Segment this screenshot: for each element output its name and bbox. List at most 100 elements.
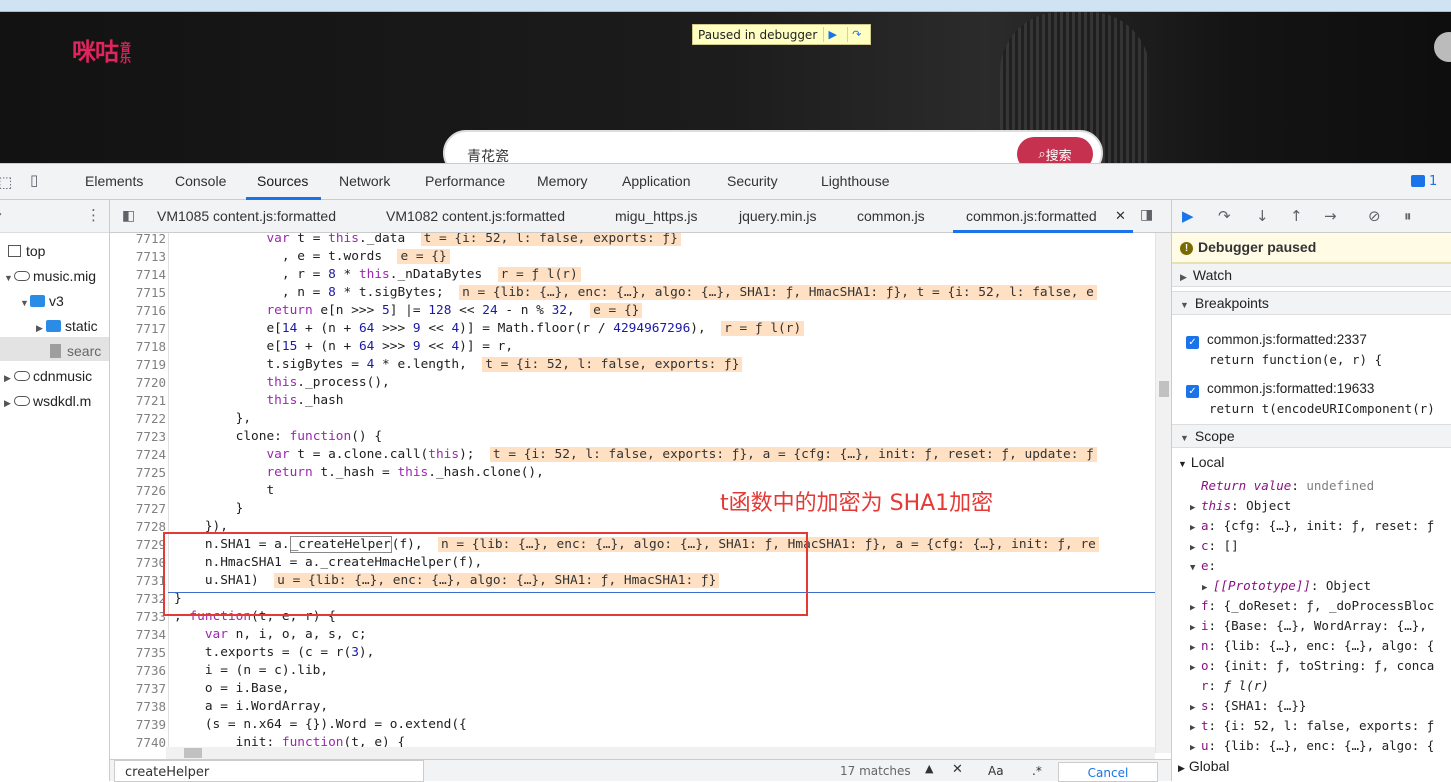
line-number[interactable]: 7735 <box>110 644 166 662</box>
line-number[interactable]: 7714 <box>110 266 166 284</box>
tab-application[interactable]: Application <box>622 173 691 189</box>
tab-memory[interactable]: Memory <box>537 173 588 189</box>
file-tab-active[interactable]: common.js:formatted <box>966 208 1097 224</box>
line-number[interactable]: 7732 <box>110 590 166 608</box>
line-number[interactable]: 7720 <box>110 374 166 392</box>
line-number[interactable]: 7717 <box>110 320 166 338</box>
line-number[interactable]: 7730 <box>110 554 166 572</box>
scope-local[interactable]: ▼ Local <box>1178 454 1224 470</box>
chevron-right-icon[interactable]: › <box>0 207 2 222</box>
resume-icon[interactable]: ▶ <box>1182 207 1194 225</box>
line-number[interactable]: 7731 <box>110 572 166 590</box>
tab-sources[interactable]: Sources <box>257 173 308 189</box>
tree-item-music[interactable]: ▼ music.mig <box>4 268 96 284</box>
scope-entry[interactable]: r: ƒ l(r) <box>1190 676 1269 696</box>
vertical-scrollbar[interactable] <box>1155 233 1171 753</box>
find-input[interactable]: createHelper <box>114 760 424 782</box>
tab-elements[interactable]: Elements <box>85 173 143 189</box>
line-number[interactable]: 7719 <box>110 356 166 374</box>
watch-section[interactable]: ▶ Watch <box>1172 263 1451 287</box>
scope-entry[interactable]: ▶ i: {Base: {…}, WordArray: {…}, <box>1190 616 1427 638</box>
chevron-up-icon[interactable]: ▲ <box>925 762 933 775</box>
step-into-icon[interactable]: ↓ <box>1256 207 1269 225</box>
close-tab-icon[interactable]: ✕ <box>1115 208 1126 224</box>
checkbox-checked-icon[interactable]: ✓ <box>1186 336 1199 349</box>
file-tab[interactable]: VM1082 content.js:formatted <box>386 208 565 224</box>
step-over-icon[interactable]: ↷ <box>847 27 865 42</box>
line-number[interactable]: 7726 <box>110 482 166 500</box>
line-number[interactable]: 7718 <box>110 338 166 356</box>
scope-entry[interactable]: ▶ t: {i: 52, l: false, exports: ƒ <box>1190 716 1434 738</box>
site-search-box[interactable]: 青花瓷 ⌕ 搜索 <box>443 130 1103 163</box>
deactivate-breakpoints-icon[interactable]: ⊘ <box>1368 207 1381 225</box>
line-number[interactable]: 7713 <box>110 248 166 266</box>
horizontal-scrollbar[interactable] <box>166 747 1155 759</box>
tab-security[interactable]: Security <box>727 173 778 189</box>
scope-entry[interactable]: ▶ [[Prototype]]: Object <box>1202 576 1371 598</box>
line-number[interactable]: 7738 <box>110 698 166 716</box>
tab-network[interactable]: Network <box>339 173 390 189</box>
search-button[interactable]: ⌕ 搜索 <box>1017 137 1093 163</box>
line-number[interactable]: 7723 <box>110 428 166 446</box>
tree-item-v3[interactable]: ▼ v3 <box>20 293 64 309</box>
tree-item-wsdkdl[interactable]: ▶ wsdkdl.m <box>4 393 91 409</box>
line-number[interactable]: 7712 <box>110 233 166 248</box>
inspect-element-icon[interactable]: ⬚ <box>0 173 12 191</box>
scope-entry[interactable]: ▶ n: {lib: {…}, enc: {…}, algo: { <box>1190 636 1434 658</box>
line-number[interactable]: 7729 <box>110 536 166 554</box>
scope-entry[interactable]: ▶ s: {SHA1: {…}} <box>1190 696 1306 718</box>
cancel-button[interactable]: Cancel <box>1058 762 1158 782</box>
line-number[interactable]: 7734 <box>110 626 166 644</box>
file-tab[interactable]: jquery.min.js <box>739 208 817 224</box>
tree-item-top[interactable]: top <box>8 243 45 259</box>
file-tab[interactable]: migu_https.js <box>615 208 697 224</box>
scope-entry[interactable]: ▶ o: {init: ƒ, toString: ƒ, conca <box>1190 656 1434 678</box>
tree-item-static[interactable]: ▶ static <box>36 318 98 334</box>
line-number[interactable]: 7721 <box>110 392 166 410</box>
breakpoint-item[interactable]: ✓ common.js:formatted:2337 <box>1186 332 1367 349</box>
line-number[interactable]: 7716 <box>110 302 166 320</box>
line-number[interactable]: 7722 <box>110 410 166 428</box>
match-case-button[interactable]: Aa <box>988 764 1004 778</box>
step-over-icon[interactable]: ↷ <box>1218 207 1231 225</box>
pause-on-exceptions-icon[interactable]: ⏸ <box>1404 207 1412 225</box>
step-out-icon[interactable]: ↑ <box>1290 207 1303 225</box>
site-logo[interactable]: 咪咕 音乐 <box>72 32 132 67</box>
line-number[interactable]: 7736 <box>110 662 166 680</box>
file-tab[interactable]: common.js <box>857 208 925 224</box>
search-input[interactable]: 青花瓷 <box>467 146 509 163</box>
toggle-navigator-icon[interactable]: ◧ <box>122 208 135 224</box>
toggle-debugger-icon[interactable]: ◨ <box>1140 207 1153 223</box>
breakpoints-section[interactable]: ▼ Breakpoints <box>1172 291 1451 315</box>
line-number[interactable]: 7728 <box>110 518 166 536</box>
tab-lighthouse[interactable]: Lighthouse <box>821 173 890 189</box>
code-area[interactable]: 7712 7713 7714 7715 7716 7717 7718 7719 7720 7721… <box>110 233 1155 753</box>
more-options-icon[interactable]: ⋮ <box>86 206 101 224</box>
device-toolbar-icon[interactable]: ▯ <box>30 171 38 189</box>
line-number[interactable]: 7715 <box>110 284 166 302</box>
close-find-icon[interactable]: ✕ <box>952 762 963 777</box>
file-tab[interactable]: VM1085 content.js:formatted <box>157 208 336 224</box>
line-number[interactable]: 7733 <box>110 608 166 626</box>
scrollbar-thumb[interactable] <box>1159 381 1169 397</box>
line-number[interactable]: 7737 <box>110 680 166 698</box>
scope-entry[interactable]: ▶ c: [] <box>1190 536 1239 558</box>
scope-entry[interactable]: ▼ e: <box>1190 556 1216 578</box>
line-number[interactable]: 7727 <box>110 500 166 518</box>
step-icon[interactable]: → <box>1324 207 1337 225</box>
tab-performance[interactable]: Performance <box>425 173 505 189</box>
tab-console[interactable]: Console <box>175 173 226 189</box>
checkbox-checked-icon[interactable]: ✓ <box>1186 385 1199 398</box>
issues-counter[interactable]: 1 <box>1411 170 1451 192</box>
scope-entry[interactable]: ▶ this: Object <box>1190 496 1291 518</box>
scope-entry[interactable]: ▶ u: {lib: {…}, enc: {…}, algo: { <box>1190 736 1434 758</box>
regex-icon[interactable]: .* <box>1032 764 1042 778</box>
line-number[interactable]: 7724 <box>110 446 166 464</box>
tree-item-cdnmusic[interactable]: ▶ cdnmusic <box>4 368 92 384</box>
line-number[interactable]: 7740 <box>110 734 166 752</box>
scope-entry[interactable]: Return value: undefined <box>1190 476 1374 496</box>
scope-global[interactable]: ▶ Global <box>1178 758 1229 774</box>
line-number[interactable]: 7739 <box>110 716 166 734</box>
scrollbar-thumb[interactable] <box>184 748 202 758</box>
line-number[interactable]: 7725 <box>110 464 166 482</box>
